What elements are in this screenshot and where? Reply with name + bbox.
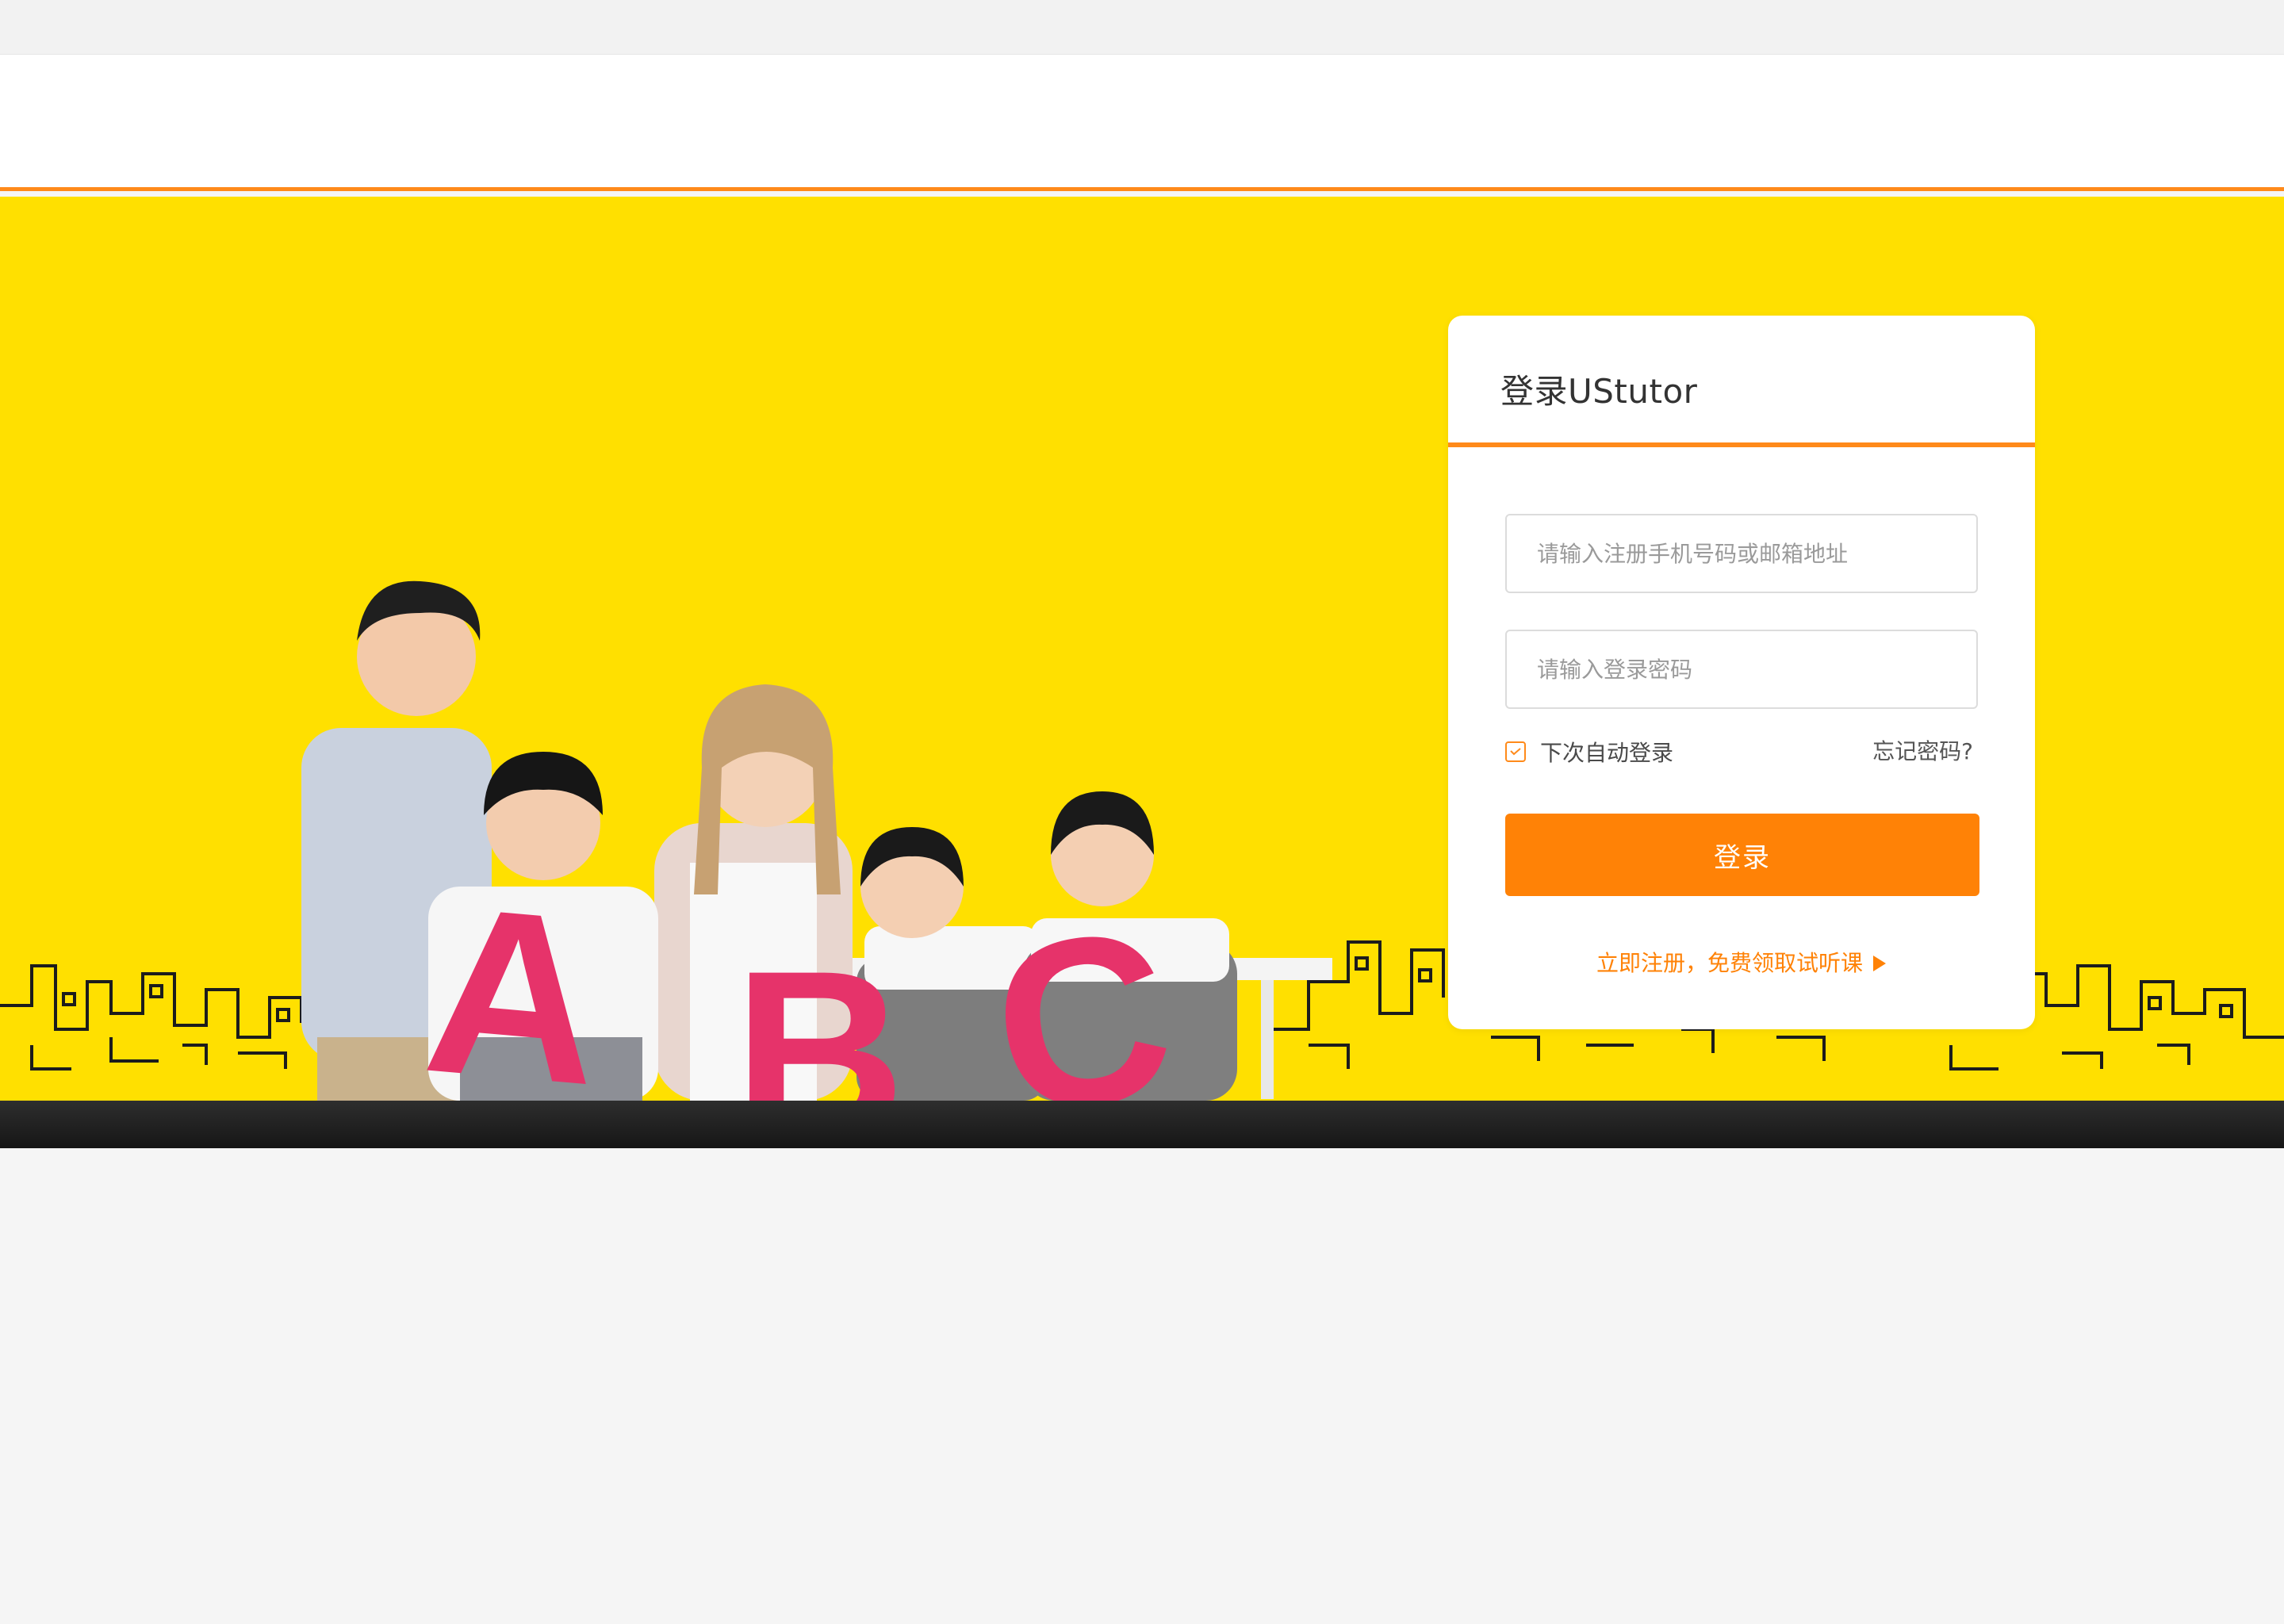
hero-bottom-band [0, 1101, 2284, 1148]
check-icon [1510, 748, 1521, 756]
auto-login-option[interactable]: 下次自动登录 [1505, 736, 1673, 768]
svg-text:C: C [979, 878, 1186, 1101]
login-title-underline [1448, 442, 2035, 447]
letter-c-prop: C [979, 878, 1186, 1101]
login-button[interactable]: 登录 [1505, 814, 1979, 896]
forgot-password-link[interactable]: 忘记密码? [1872, 736, 1973, 768]
username-input[interactable] [1505, 514, 1978, 593]
register-label: 立即注册，免费领取试听课 [1596, 950, 1863, 976]
auto-login-label: 下次自动登录 [1540, 740, 1674, 766]
letter-a-prop: A [416, 855, 611, 1101]
svg-text:B: B [734, 921, 906, 1101]
header-accent-line [0, 187, 2284, 191]
svg-text:A: A [416, 855, 611, 1101]
register-link[interactable]: 立即注册，免费领取试听课 [1448, 946, 2035, 978]
login-title: 登录UStutor [1500, 372, 1698, 411]
letter-b-prop: B [734, 921, 906, 1101]
play-arrow-icon [1872, 952, 1887, 978]
browser-top-strip [0, 0, 2284, 55]
password-input[interactable] [1505, 630, 1978, 709]
auto-login-checkbox[interactable] [1505, 741, 1526, 762]
login-card: 登录UStutor 下次自动登录 忘记密码? 登录 立即注册，免费领取试听课 [1448, 316, 2035, 1029]
site-header [0, 55, 2284, 189]
